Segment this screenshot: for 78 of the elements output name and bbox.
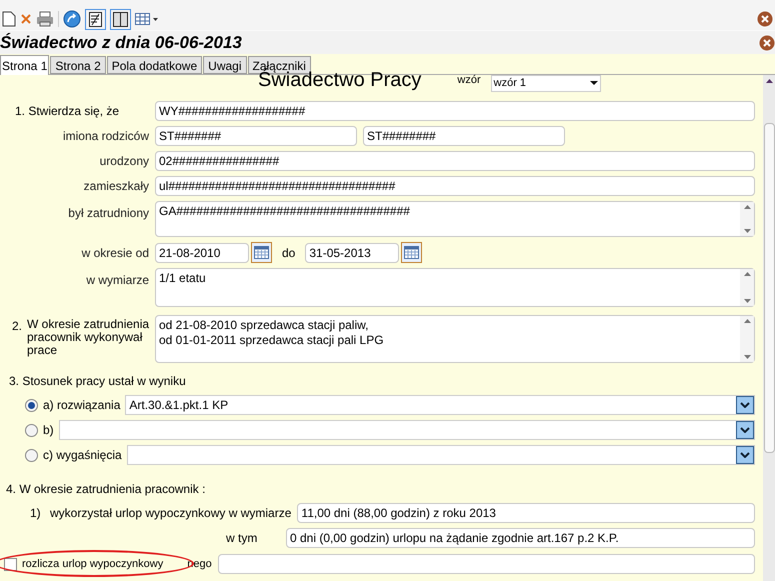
field-label: w tym <box>226 530 258 547</box>
tab[interactable]: Pola dodatkowe <box>106 56 202 74</box>
text-field[interactable]: GA################################### <box>155 201 755 237</box>
up-arrow-icon <box>744 205 750 209</box>
text-field[interactable]: 02################ <box>155 151 755 171</box>
calendar-icon <box>404 246 420 259</box>
dropdown-button[interactable] <box>736 421 754 439</box>
checkbox[interactable] <box>4 558 17 570</box>
form-view-button[interactable] <box>85 8 106 30</box>
section-number: 2. <box>12 318 24 335</box>
section-label: 1. Stwierdza się, że <box>14 103 120 120</box>
scrollbar[interactable] <box>740 202 754 236</box>
option-label: b) <box>43 422 54 439</box>
text-field[interactable]: WY################### <box>155 101 755 121</box>
template-label: wzór <box>457 72 481 88</box>
close-icon[interactable] <box>757 11 773 27</box>
text-field[interactable]: od 21-08-2010 sprzedawca stacji paliw, od 01-01-2011 sprzedawca stacji pali LPG <box>155 315 755 363</box>
down-arrow-icon <box>744 229 750 233</box>
chevron-down-icon <box>740 427 750 433</box>
text-field[interactable]: ST######## <box>363 126 565 146</box>
text-field[interactable]: 11,00 dni (88,00 godzin) z roku 2013 <box>297 503 755 523</box>
radio-button[interactable] <box>25 424 38 436</box>
text-field[interactable]: 31-05-2013 <box>305 242 400 262</box>
text-field[interactable]: ST####### <box>155 126 357 146</box>
template-select[interactable]: wzór 1 <box>490 74 601 92</box>
option-label: a) rozwiązania <box>43 397 120 414</box>
caret-icon <box>590 81 598 85</box>
printer-icon[interactable] <box>36 11 54 27</box>
scrollbar[interactable] <box>763 75 775 581</box>
text-field[interactable] <box>218 554 755 574</box>
scrollbar[interactable] <box>740 269 754 306</box>
scrollbar[interactable] <box>740 316 754 362</box>
field-label: zamieszkały <box>82 178 150 195</box>
option-select[interactable]: Art.30.&1.pkt.1 KP <box>125 395 755 415</box>
field-label: był zatrudniony <box>67 205 150 222</box>
down-arrow-icon <box>744 299 750 303</box>
tab[interactable]: Strona 1 <box>0 55 50 75</box>
split-view-button[interactable] <box>110 8 131 30</box>
item-number: 1) <box>30 505 42 522</box>
field-label: wykorzystał urlop wypoczynkowy w wymiarze <box>50 505 292 522</box>
text-field[interactable]: 0 dni (0,00 godzin) urlopu na żądanie zgodnie art.167 p.2 K.P. <box>286 528 755 548</box>
checkbox-label: rozlicza urlop wypoczynkowy <box>22 556 164 572</box>
down-arrow-icon <box>744 355 750 359</box>
section-label: 4. W okresie zatrudnienia pracownik : <box>6 481 206 498</box>
up-arrow-icon <box>744 319 750 323</box>
chevron-down-icon <box>740 402 750 408</box>
calendar-icon <box>254 246 269 259</box>
field-label: do <box>282 244 296 262</box>
calendar-button[interactable] <box>251 242 272 263</box>
field-label: urodzony <box>98 153 150 170</box>
redo-icon[interactable] <box>63 10 81 28</box>
dropdown-button[interactable] <box>736 446 754 464</box>
document-icon <box>89 12 102 26</box>
text-field[interactable]: 1/1 etatu <box>155 268 755 307</box>
table-icon[interactable] <box>135 12 159 26</box>
calendar-button[interactable] <box>401 242 422 263</box>
scroll-thumb[interactable] <box>764 123 774 453</box>
text-field[interactable]: 21-08-2010 <box>155 242 249 262</box>
tab[interactable]: Strona 2 <box>50 56 106 74</box>
section-label: W okresie zatrudnienia pracownik wykonywał prace <box>26 316 150 357</box>
radio-button[interactable] <box>25 448 38 462</box>
field-label: imiona rodziców <box>62 128 150 145</box>
close-icon[interactable] <box>759 34 775 50</box>
section-label: 3. Stosunek pracy ustał w wyniku <box>9 373 187 390</box>
chevron-down-icon <box>740 452 750 458</box>
up-arrow-icon <box>766 79 772 83</box>
tab[interactable]: Uwagi <box>203 56 247 74</box>
window-title: Świadectwo z dnia 06-06-2013 <box>0 32 243 54</box>
columns-icon <box>113 12 128 26</box>
field-label: w okresie od <box>80 244 150 262</box>
radio-button[interactable] <box>25 398 38 412</box>
new-document-icon[interactable] <box>2 11 16 27</box>
text-field[interactable]: ul################################## <box>155 176 755 196</box>
delete-icon[interactable] <box>20 13 32 25</box>
option-label: c) wygaśnięcia <box>43 447 122 464</box>
up-arrow-icon <box>744 272 750 276</box>
dropdown-button[interactable] <box>736 396 754 414</box>
field-label: w wymiarze <box>85 272 150 289</box>
